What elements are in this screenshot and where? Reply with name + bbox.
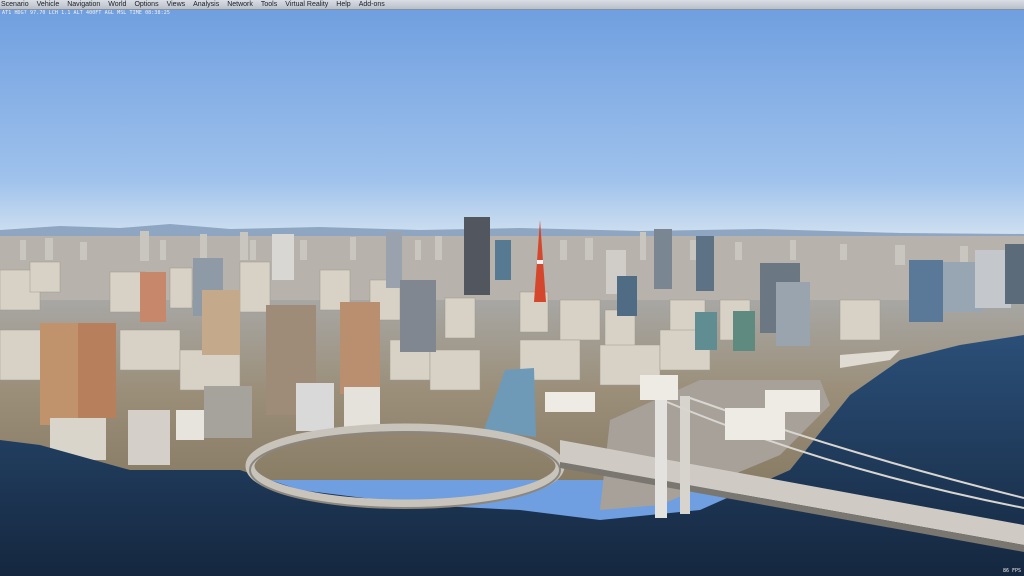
menu-options[interactable]: Options: [130, 0, 162, 9]
menu-vehicle[interactable]: Vehicle: [33, 0, 64, 9]
menu-navigation[interactable]: Navigation: [63, 0, 104, 9]
menu-views[interactable]: Views: [163, 0, 190, 9]
menu-scenario[interactable]: Scenario: [0, 0, 33, 9]
sky: [0, 0, 1024, 240]
menu-bar: Scenario Vehicle Navigation World Options Vie…: [0, 0, 1024, 10]
menu-analysis[interactable]: Analysis: [189, 0, 223, 9]
menu-network[interactable]: Network: [223, 0, 257, 9]
status-readout: AT1 HDG? 97.70 LCH 1.1 ALT 400FT AGL MSL…: [2, 10, 170, 16]
menu-tools[interactable]: Tools: [257, 0, 281, 9]
menu-virtual-reality[interactable]: Virtual Reality: [281, 0, 332, 9]
menu-world[interactable]: World: [104, 0, 130, 9]
fps-counter: 86 FPS: [1002, 568, 1021, 574]
simulator-viewport[interactable]: [0, 0, 1024, 576]
menu-add-ons[interactable]: Add-ons: [355, 0, 389, 9]
menu-help[interactable]: Help: [332, 0, 354, 9]
